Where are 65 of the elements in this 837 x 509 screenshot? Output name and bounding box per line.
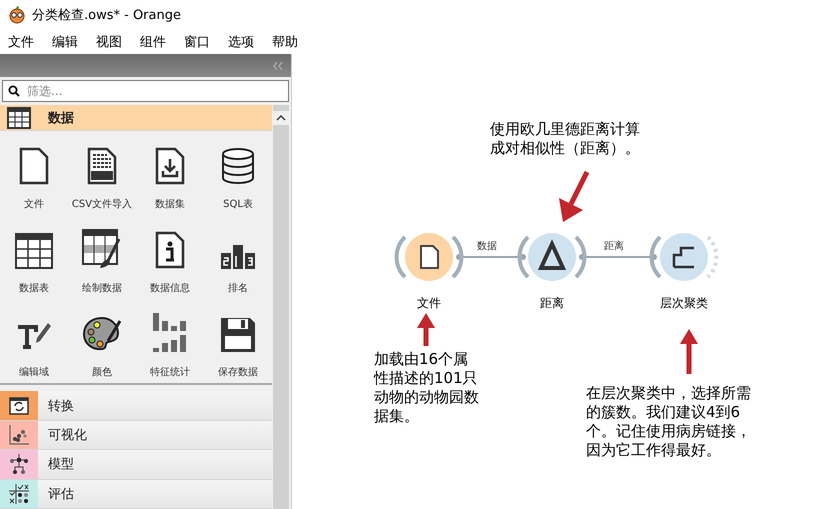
- node-label: 文件: [417, 295, 441, 312]
- annotation-arrow: [559, 170, 590, 222]
- widget-label: 数据集: [155, 198, 185, 212]
- link-label: 距离: [604, 240, 624, 253]
- filter-field[interactable]: 筛选...: [2, 80, 289, 102]
- bar-chart-icon: [151, 313, 189, 354]
- widget-label: 数据信息: [150, 282, 190, 296]
- menu-item[interactable]: 帮助: [272, 33, 298, 51]
- category-header[interactable]: 数据: [0, 105, 272, 132]
- menu-item[interactable]: 编辑: [52, 33, 78, 51]
- tree-icon: [8, 453, 30, 476]
- window-title: 分类检查.ows* - Orange: [32, 7, 181, 24]
- table-icon: [15, 233, 53, 270]
- node-label: 距离: [540, 295, 564, 312]
- download-document-icon: [155, 147, 185, 186]
- widget-tile[interactable]: 排名: [204, 215, 272, 300]
- widget-tile[interactable]: 数据集: [136, 131, 204, 216]
- document-icon: [19, 147, 49, 186]
- widget-label: 特征统计: [150, 366, 190, 380]
- category-header[interactable]: 转换: [0, 391, 272, 421]
- scrollbar[interactable]: [273, 105, 289, 509]
- app-logo-icon: [8, 6, 26, 24]
- confusion-matrix-icon: [8, 482, 30, 505]
- menu-item[interactable]: 窗口: [184, 33, 210, 51]
- widget-label: SQL表: [223, 198, 253, 212]
- annotation-text: 使用欧几里德距离计算成对相似性（距离）。: [490, 120, 641, 158]
- widget-tile[interactable]: 编辑域: [0, 299, 68, 384]
- table-icon: [7, 106, 31, 129]
- category-header[interactable]: 模型: [0, 450, 272, 480]
- widget-label: 保存数据: [218, 366, 258, 380]
- widget-label: 编辑域: [19, 366, 49, 380]
- node-label: 层次聚类: [660, 295, 708, 312]
- annotation-text: 加载由16个属性描述的101只动物的动物园数据集。: [374, 350, 479, 426]
- widget-tile[interactable]: 颜色: [68, 299, 136, 384]
- widget-tile[interactable]: 数据信息: [136, 215, 204, 300]
- widget-label: CSV文件导入: [72, 198, 132, 212]
- menu-item[interactable]: 视图: [96, 33, 122, 51]
- swap-icon: [9, 396, 29, 416]
- widget-tile[interactable]: 数据表: [0, 215, 68, 300]
- menu-item[interactable]: 组件: [140, 33, 166, 51]
- category-header[interactable]: 可视化: [0, 420, 272, 450]
- annotation-text: 在层次聚类中，选择所需的簇数。我们建议4到6个。记住使用病房链接，因为它工作得最好。: [586, 384, 752, 460]
- menu-item[interactable]: 选项: [228, 33, 254, 51]
- podium-icon: [221, 243, 255, 270]
- widget-label: 文件: [24, 198, 44, 212]
- widget-tile[interactable]: CSV文件导入: [68, 131, 136, 216]
- widget-label: 数据表: [19, 282, 49, 296]
- widget-tile[interactable]: SQL表: [204, 131, 272, 216]
- widget-tile[interactable]: 保存数据: [204, 299, 272, 384]
- info-document-icon: [155, 231, 185, 270]
- link-label: 数据: [477, 240, 497, 253]
- scroll-up-icon[interactable]: [273, 111, 289, 125]
- annotation-arrow: [680, 329, 698, 374]
- category-header[interactable]: 评估: [0, 480, 272, 509]
- menu-item[interactable]: 文件: [8, 33, 34, 51]
- widget-tile[interactable]: 绘制数据: [68, 215, 136, 300]
- widget-label: 排名: [228, 282, 248, 296]
- widget-tile[interactable]: 文件: [0, 131, 68, 216]
- widget-label: 绘制数据: [82, 282, 122, 296]
- csv-file-icon: [87, 147, 117, 186]
- widget-tile[interactable]: 特征统计: [136, 299, 204, 384]
- database-icon: [221, 147, 255, 186]
- widget-label: 颜色: [92, 366, 112, 380]
- annotation-arrow: [417, 313, 435, 346]
- scatter-plot-icon: [8, 424, 30, 446]
